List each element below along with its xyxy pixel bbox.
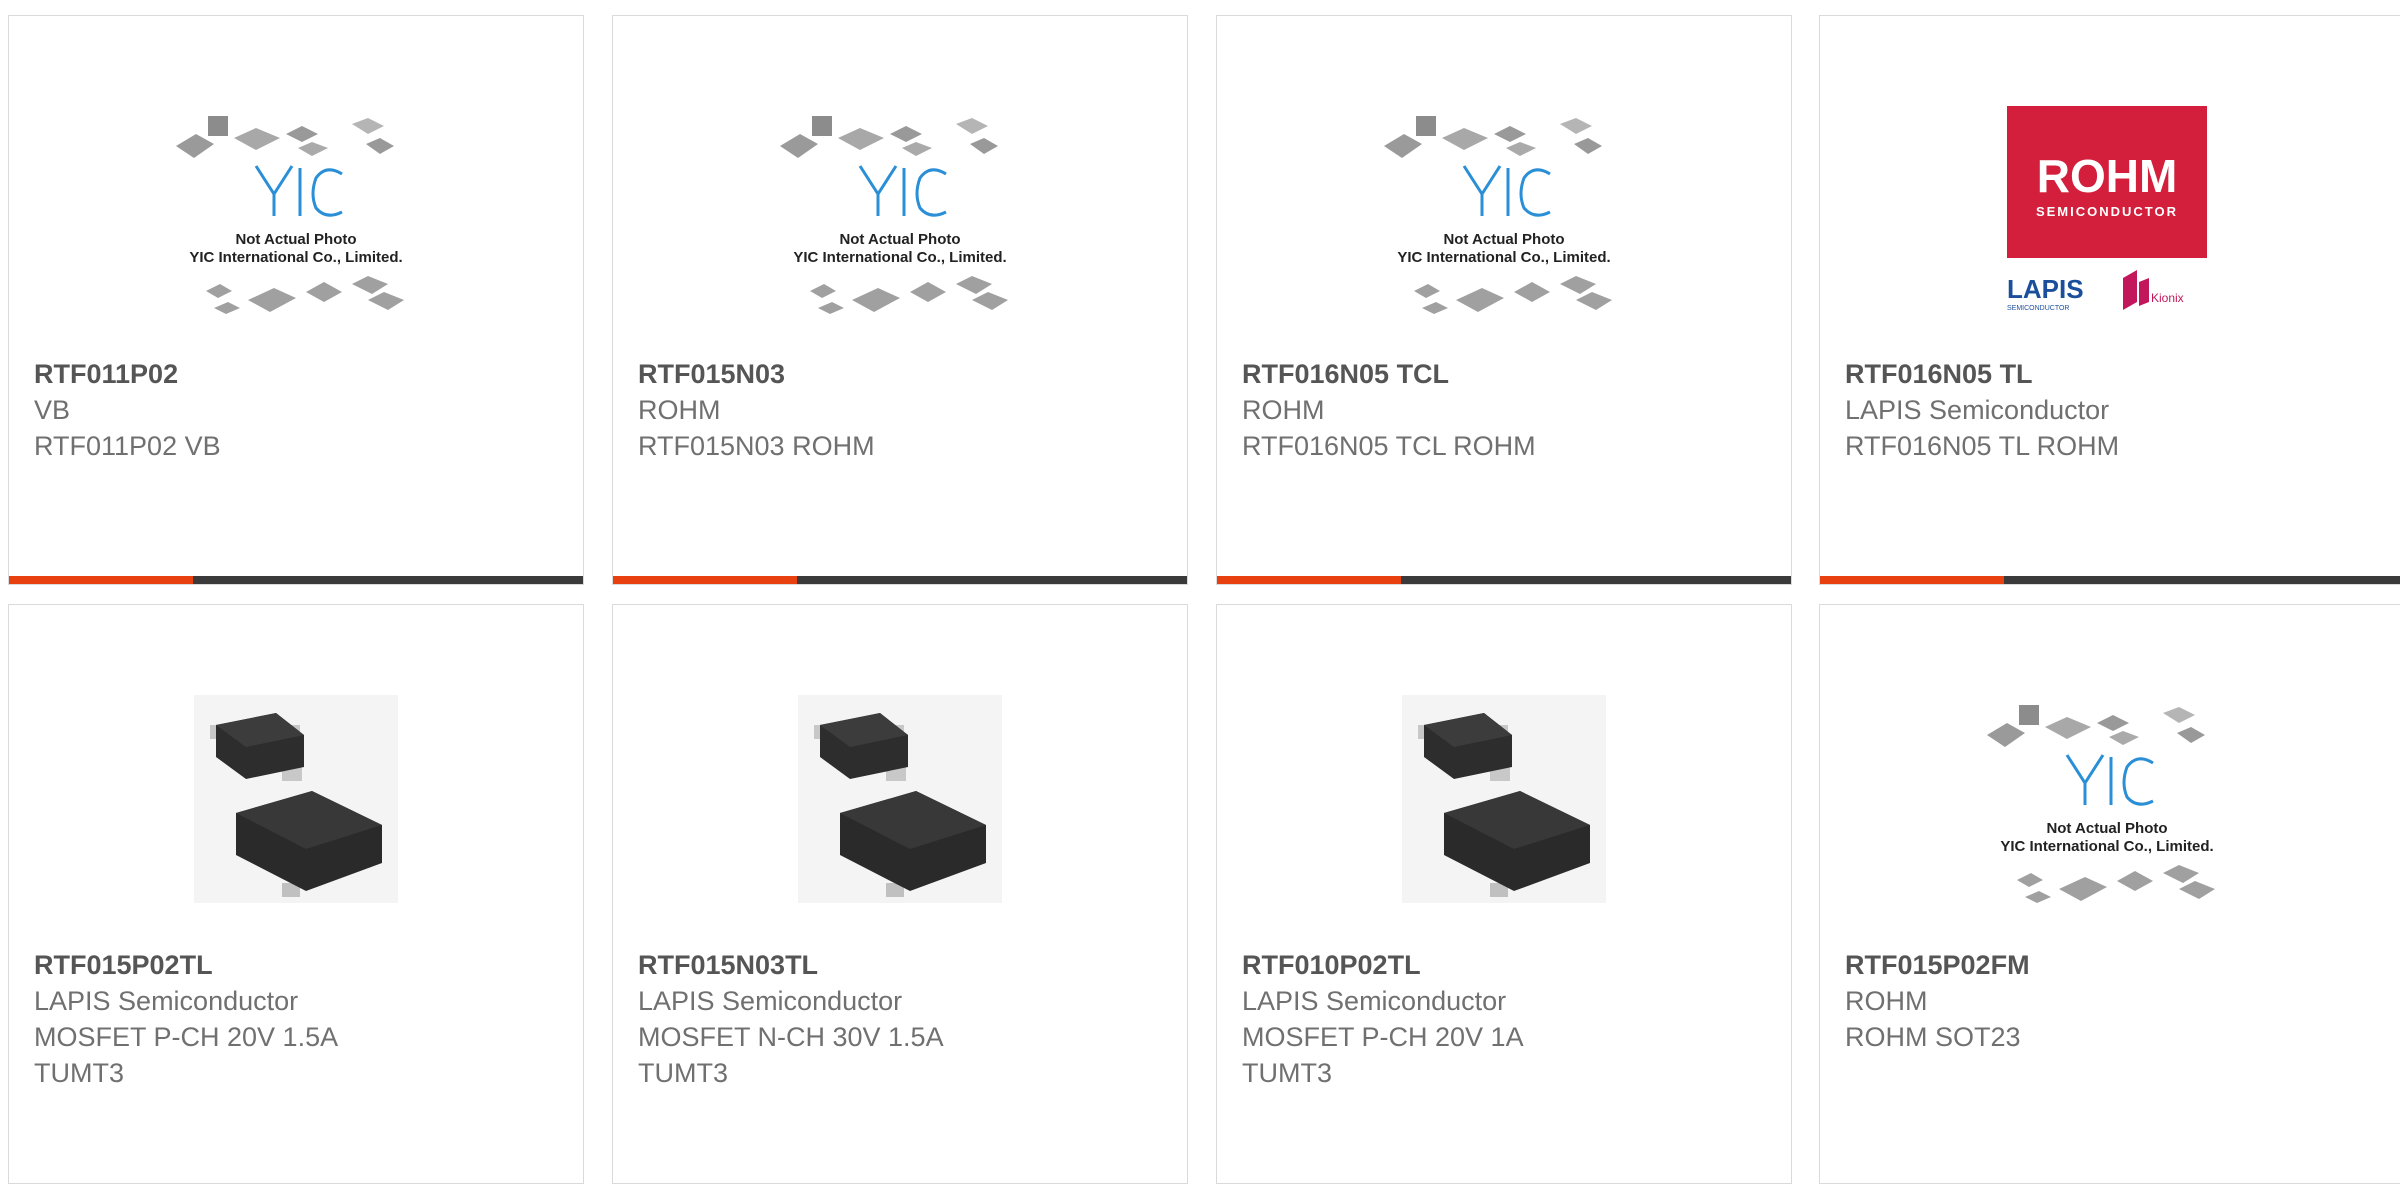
card-accent-bar	[613, 576, 797, 584]
product-info: RTF010P02TL LAPIS Semiconductor MOSFET P…	[1242, 947, 1771, 1091]
product-card[interactable]: Not Actual Photo YIC International Co., …	[612, 15, 1188, 585]
tumt3-package-image	[1402, 695, 1606, 903]
product-description: RTF016N05 TL ROHM	[1845, 431, 2120, 461]
svg-text:YIC International Co., Limited: YIC International Co., Limited.	[189, 249, 402, 266]
svg-text:SEMICONDUCTOR: SEMICONDUCTOR	[2007, 305, 2069, 312]
not-actual-photo-placeholder: Not Actual Photo YIC International Co., …	[176, 116, 404, 314]
product-info: RTF015P02FM ROHM ROHM SOT23	[1845, 947, 2388, 1055]
product-image[interactable]: Not Actual Photo YIC International Co., …	[9, 71, 583, 361]
product-description: MOSFET P-CH 20V 1A TUMT3	[1242, 1022, 1523, 1088]
svg-text:LAPIS: LAPIS	[2007, 274, 2084, 304]
brand-name: LAPIS Semiconductor	[1242, 986, 1507, 1016]
brand-name: ROHM	[1845, 986, 1928, 1016]
product-info: RTF016N05 TL LAPIS Semiconductor RTF016N…	[1845, 356, 2388, 464]
kionix-logo: Kionix	[2123, 270, 2184, 310]
part-number[interactable]: RTF015P02TL	[34, 947, 563, 983]
product-card[interactable]: RTF015N03TL LAPIS Semiconductor MOSFET N…	[612, 604, 1188, 1184]
card-bottom-bar	[1820, 576, 2400, 584]
part-number[interactable]: RTF015N03TL	[638, 947, 1167, 983]
product-description: MOSFET P-CH 20V 1.5A TUMT3	[34, 1022, 337, 1088]
not-actual-photo-placeholder: Not Actual Photo YIC International Co., …	[1384, 116, 1612, 314]
product-card[interactable]: Not Actual Photo YIC International Co., …	[8, 15, 584, 585]
svg-text:YIC International Co., Limited: YIC International Co., Limited.	[1397, 249, 1610, 266]
card-bottom-bar	[613, 576, 1187, 584]
brand-name: LAPIS Semiconductor	[1845, 395, 2110, 425]
part-number[interactable]: RTF010P02TL	[1242, 947, 1771, 983]
card-bottom-bar	[9, 576, 583, 584]
product-info: RTF015N03 ROHM RTF015N03 ROHM	[638, 356, 1167, 464]
tumt3-package-image	[194, 695, 398, 903]
brand-name: LAPIS Semiconductor	[638, 986, 903, 1016]
product-card[interactable]: ROHM SEMICONDUCTOR LAPIS SEMICONDUCTOR K…	[1819, 15, 2400, 585]
product-description: RTF015N03 ROHM	[638, 431, 875, 461]
product-image[interactable]: ROHM SEMICONDUCTOR LAPIS SEMICONDUCTOR K…	[1820, 71, 2394, 361]
part-number[interactable]: RTF015P02FM	[1845, 947, 2388, 983]
product-description: RTF011P02 VB	[34, 431, 221, 461]
product-image[interactable]	[1217, 660, 1791, 950]
product-description: RTF016N05 TCL ROHM	[1242, 431, 1536, 461]
product-image[interactable]: Not Actual Photo YIC International Co., …	[1217, 71, 1791, 361]
svg-text:Not Actual Photo: Not Actual Photo	[1443, 231, 1564, 248]
svg-text:ROHM: ROHM	[2037, 150, 2178, 202]
product-card[interactable]: Not Actual Photo YIC International Co., …	[1216, 15, 1792, 585]
svg-text:SEMICONDUCTOR: SEMICONDUCTOR	[2036, 204, 2178, 219]
not-actual-photo-placeholder: Not Actual Photo YIC International Co., …	[1987, 705, 2215, 903]
product-image[interactable]	[613, 660, 1187, 950]
part-number[interactable]: RTF016N05 TCL	[1242, 356, 1771, 392]
product-info: RTF016N05 TCL ROHM RTF016N05 TCL ROHM	[1242, 356, 1771, 464]
product-description: MOSFET N-CH 30V 1.5A TUMT3	[638, 1022, 943, 1088]
product-grid: Not Actual Photo YIC International Co., …	[0, 0, 2400, 1184]
card-accent-bar	[1217, 576, 1401, 584]
brand-name: ROHM	[1242, 395, 1325, 425]
product-description: ROHM SOT23	[1845, 1022, 2021, 1052]
part-number[interactable]: RTF011P02	[34, 356, 563, 392]
card-bottom-bar	[1217, 576, 1791, 584]
product-info: RTF011P02 VB RTF011P02 VB	[34, 356, 563, 464]
svg-text:Not Actual Photo: Not Actual Photo	[839, 231, 960, 248]
brand-name: ROHM	[638, 395, 721, 425]
product-image[interactable]: Not Actual Photo YIC International Co., …	[613, 71, 1187, 361]
svg-text:Not Actual Photo: Not Actual Photo	[235, 231, 356, 248]
svg-text:Not Actual Photo: Not Actual Photo	[2046, 820, 2167, 837]
rohm-logo: ROHM SEMICONDUCTOR LAPIS SEMICONDUCTOR K…	[2007, 106, 2207, 312]
product-image[interactable]: Not Actual Photo YIC International Co., …	[1820, 660, 2394, 950]
svg-text:Kionix: Kionix	[2151, 291, 2184, 305]
product-info: RTF015P02TL LAPIS Semiconductor MOSFET P…	[34, 947, 563, 1091]
lapis-logo: LAPIS SEMICONDUCTOR	[2007, 274, 2084, 312]
product-info: RTF015N03TL LAPIS Semiconductor MOSFET N…	[638, 947, 1167, 1091]
product-card[interactable]: RTF015P02TL LAPIS Semiconductor MOSFET P…	[8, 604, 584, 1184]
svg-text:YIC International Co., Limited: YIC International Co., Limited.	[2000, 838, 2213, 855]
part-number[interactable]: RTF015N03	[638, 356, 1167, 392]
not-actual-photo-placeholder: Not Actual Photo YIC International Co., …	[780, 116, 1008, 314]
product-card[interactable]: RTF010P02TL LAPIS Semiconductor MOSFET P…	[1216, 604, 1792, 1184]
part-number[interactable]: RTF016N05 TL	[1845, 356, 2388, 392]
tumt3-package-image	[798, 695, 1002, 903]
svg-text:YIC International Co., Limited: YIC International Co., Limited.	[793, 249, 1006, 266]
brand-name: LAPIS Semiconductor	[34, 986, 299, 1016]
product-image[interactable]	[9, 660, 583, 950]
brand-name: VB	[34, 395, 71, 425]
card-accent-bar	[9, 576, 193, 584]
product-card[interactable]: Not Actual Photo YIC International Co., …	[1819, 604, 2400, 1184]
card-accent-bar	[1820, 576, 2004, 584]
